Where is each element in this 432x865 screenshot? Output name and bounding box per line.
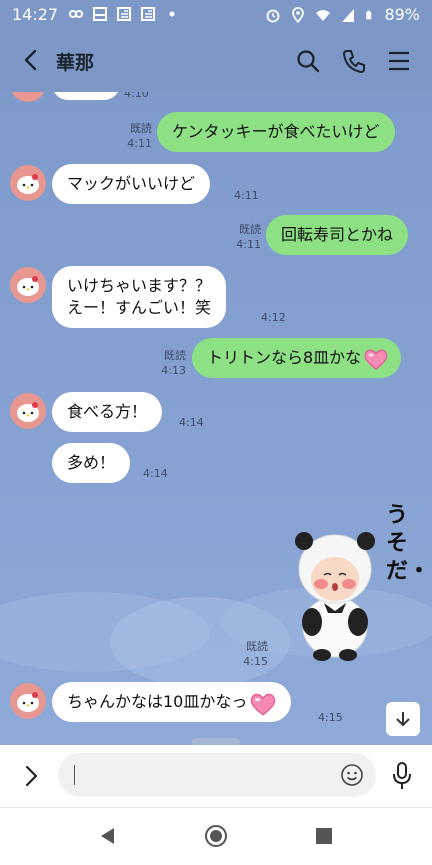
panda-sticker[interactable]: うそだ・・・ <box>290 502 432 662</box>
menu-icon[interactable] <box>385 47 413 75</box>
read-receipt: 既読 <box>246 640 268 653</box>
battery-level: 89% <box>384 5 420 24</box>
message-bubble: トリトンなら8皿かな <box>192 338 402 378</box>
heart-icon <box>364 349 388 370</box>
link-icon <box>69 10 83 18</box>
read-receipt: 既読 <box>239 223 261 236</box>
message-meta: 既読 4:11 <box>231 222 261 252</box>
chat-header: 華那 <box>0 30 432 92</box>
expand-icon[interactable] <box>20 762 44 790</box>
kitty-avatar-icon <box>17 276 39 296</box>
message-time: 4:14 <box>179 416 204 429</box>
signal-icon <box>342 8 355 22</box>
message-bubble: ちゃんかなは10皿かなっ <box>52 682 292 722</box>
kitty-avatar-icon <box>17 402 39 422</box>
message-bubble: 多め！ <box>52 443 131 483</box>
message-bubble: 回転寿司とかね <box>266 215 409 255</box>
system-icons: 89% <box>265 5 420 24</box>
message-time: 4:10 <box>124 92 149 100</box>
message-input[interactable] <box>58 753 376 797</box>
message-line: いけちゃいます？？ <box>67 276 212 295</box>
avatar[interactable] <box>10 165 46 201</box>
status-bar: 14:27 89% <box>0 0 432 30</box>
alarm-icon <box>267 9 280 22</box>
kitty-avatar-icon <box>17 692 39 712</box>
message-line: えー！すんごい！笑 <box>67 298 212 317</box>
read-receipt: 既読 <box>130 122 152 135</box>
sticker-caption: うそだ・・・ <box>386 503 432 584</box>
emoji-icon[interactable] <box>340 763 364 787</box>
avatar[interactable] <box>10 267 46 303</box>
message-bubble: 食べる方！ <box>52 392 163 432</box>
message-bubble: いけちゃいます？？ えー！すんごい！笑 <box>52 266 227 328</box>
nav-recents-icon[interactable] <box>312 824 336 848</box>
message-text: トリトンなら8皿かな <box>207 348 362 367</box>
microphone-icon[interactable] <box>390 761 414 791</box>
message-input-bar <box>0 745 432 807</box>
chat-area[interactable]: 4:10 既読 4:11 ケンタッキーが食べたいけど マックがいいけど 4:11… <box>0 92 432 745</box>
dot-icon <box>169 11 175 17</box>
text-caret <box>74 765 75 785</box>
back-icon[interactable] <box>18 47 44 73</box>
nav-back-icon[interactable] <box>96 824 120 848</box>
kitty-avatar-icon <box>17 174 39 194</box>
news-icon <box>117 7 131 21</box>
arrow-down-icon <box>396 712 410 727</box>
read-receipt: 既読 <box>164 349 186 362</box>
message-time: 4:11 <box>236 238 261 251</box>
phone-icon[interactable] <box>340 47 368 75</box>
status-time: 14:27 <box>12 5 59 24</box>
avatar[interactable] <box>10 393 46 429</box>
search-icon[interactable] <box>294 47 322 75</box>
message-bubble-partial <box>52 92 120 100</box>
nav-home-icon[interactable] <box>204 824 228 848</box>
message-bubble: ケンタッキーが食べたいけど <box>157 112 395 152</box>
notebook-icon <box>93 7 107 21</box>
avatar[interactable] <box>10 92 46 102</box>
message-text: ちゃんかなは10皿かなっ <box>67 692 248 711</box>
message-time: 4:12 <box>261 311 286 324</box>
scroll-to-bottom-button[interactable] <box>386 702 420 736</box>
pull-handle <box>192 738 240 745</box>
wifi-icon <box>316 9 331 21</box>
panda-character-icon <box>295 532 375 661</box>
heart-icon <box>251 693 276 716</box>
message-time: 4:13 <box>161 364 186 377</box>
message-meta: 既読 4:11 <box>122 121 152 151</box>
message-time: 4:14 <box>143 467 168 480</box>
avatar[interactable] <box>10 683 46 719</box>
system-navigation-bar <box>0 807 432 865</box>
message-time: 4:15 <box>243 655 268 668</box>
message-bubble: マックがいいけど <box>52 164 211 204</box>
message-time: 4:11 <box>234 189 259 202</box>
message-time: 4:11 <box>127 137 152 150</box>
message-meta: 既読 4:13 <box>156 348 186 378</box>
location-icon <box>292 6 305 23</box>
message-meta: 既読 4:15 <box>238 639 268 669</box>
message-time: 4:15 <box>318 711 343 724</box>
notification-icons <box>68 6 180 22</box>
news-icon <box>141 7 155 21</box>
battery-icon <box>366 10 372 19</box>
chat-title: 華那 <box>56 52 95 74</box>
